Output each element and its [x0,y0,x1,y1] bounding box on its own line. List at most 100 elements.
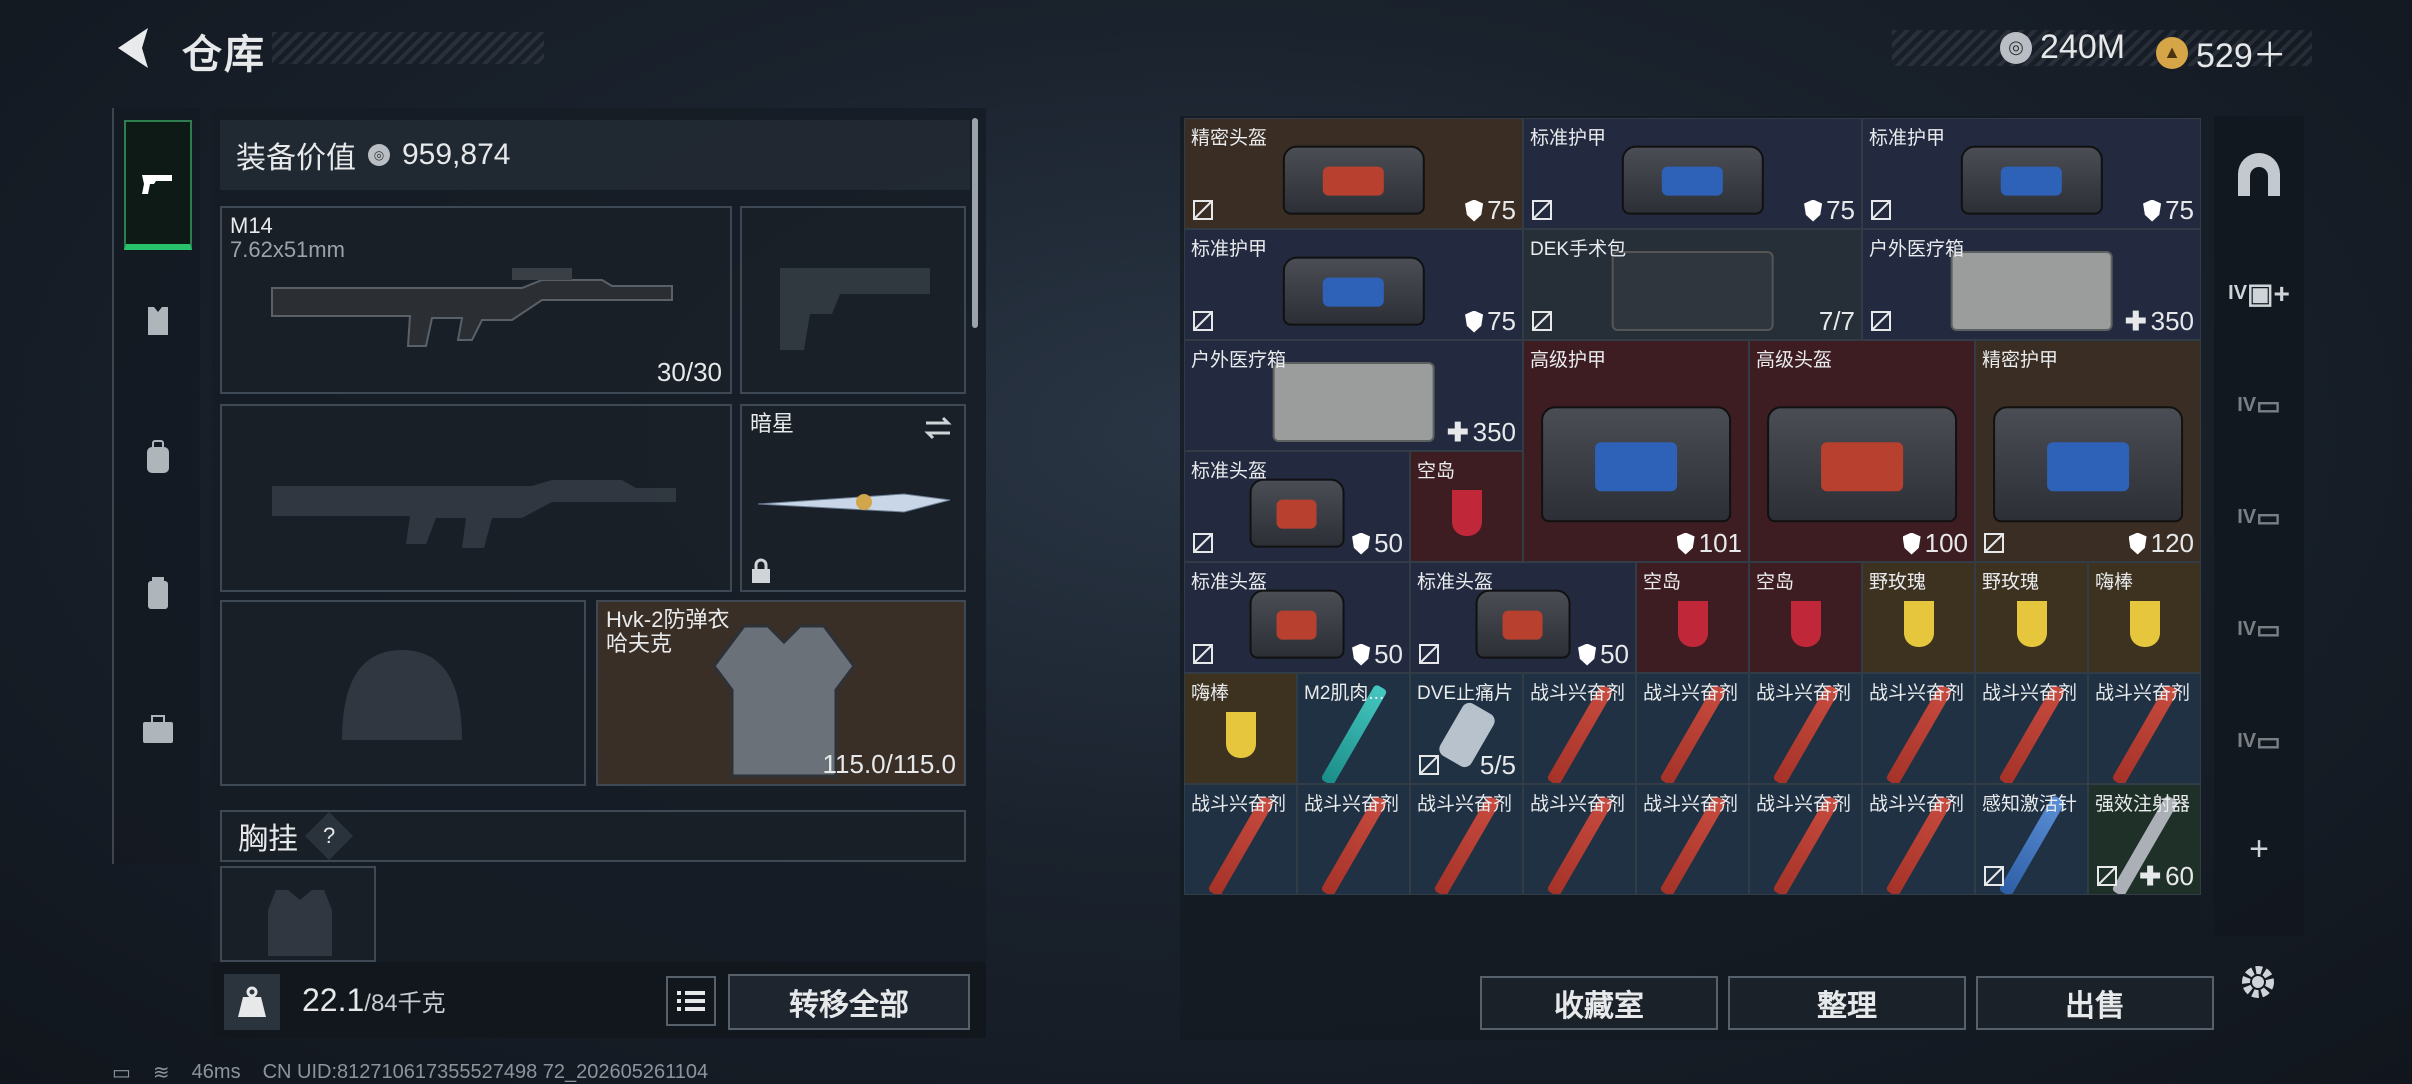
cocktail-icon [1451,490,1482,537]
stash-item-count: 50 [1578,639,1629,670]
add-stash-button[interactable]: + [2224,806,2294,892]
slot-melee[interactable]: 暗星 [740,404,966,592]
slot-second-primary[interactable] [220,404,732,592]
stash-item-count: 75 [2143,195,2194,226]
stash-item[interactable]: 战斗兴奋剂 [1862,673,1975,784]
swap-icon[interactable] [922,414,954,442]
heal-plus-icon: ✚ [1446,417,1469,447]
stash-item[interactable]: 空岛 [1410,451,1523,562]
stash-item[interactable]: 战斗兴奋剂 [1297,784,1410,895]
shield-icon [1804,199,1823,222]
rifle-placeholder-icon [272,480,676,548]
stash-item[interactable]: 精密护甲 120 [1975,340,2201,562]
cocktail-icon [2016,601,2047,648]
loadout-scrollbar[interactable] [972,118,978,328]
slot-primary-weapon[interactable]: M14 7.62x51mm 30/30 [220,206,732,394]
currency-gold[interactable]: ▲ 529＋ [2156,28,2287,77]
stash-item-count: 7/7 [1818,306,1855,336]
stash-item[interactable]: 高级头盔 100 [1749,340,1975,562]
stash-item[interactable]: DEK手术包 7/7 [1523,229,1862,340]
stash-item[interactable]: 野玫瑰 [1862,562,1975,673]
stash-item[interactable]: 户外医疗箱 ✚ 350 [1184,340,1523,451]
stash-item-name: 战斗兴奋剂 [1417,794,1513,815]
stash-item[interactable]: 战斗兴奋剂 [1184,784,1297,895]
stash-item[interactable]: 高级护甲 101 [1523,340,1749,562]
stash-item[interactable]: 标准头盔 50 [1184,451,1410,562]
stash-item[interactable]: 战斗兴奋剂 [1523,673,1636,784]
armor-case-icon [1249,589,1345,659]
tab-stash-1[interactable]: IV ▣+ [2224,250,2294,336]
stash-item[interactable]: 战斗兴奋剂 [1636,784,1749,895]
slot-body-armor[interactable]: Hvk-2防弹衣 哈夫克 115.0/115.0 [596,600,966,786]
stash-item-name: 战斗兴奋剂 [1756,683,1852,704]
stash-item[interactable]: 野玫瑰 [1975,562,2088,673]
slot-helmet[interactable] [220,600,586,786]
list-view-button[interactable] [666,976,716,1026]
armor-case-icon [1475,589,1571,659]
stash-item[interactable]: 标准头盔 50 [1184,562,1410,673]
stash-item-name: 战斗兴奋剂 [1982,683,2078,704]
cocktail-icon [1677,601,1708,648]
stash-item[interactable]: 标准头盔 50 [1410,562,1636,673]
tab-stash-5[interactable]: IV ▭ [2224,698,2294,784]
lock-icon [752,558,770,583]
tab-stash-4[interactable]: IV ▭ [2224,586,2294,672]
no-insure-icon [1532,200,1552,220]
stash-item[interactable]: 战斗兴奋剂 [1523,784,1636,895]
stash-item[interactable]: M2肌肉... [1297,673,1410,784]
stash-item-name: 战斗兴奋剂 [1869,683,1965,704]
tab-weapons[interactable] [124,120,192,250]
stash-item[interactable]: 战斗兴奋剂 [1975,673,2088,784]
stash-item-name: 精密护甲 [1982,350,2059,371]
stash-item[interactable]: 战斗兴奋剂 [1749,673,1862,784]
sort-button[interactable]: 整理 [1728,976,1966,1030]
stash-item[interactable]: 感知激活针 [1975,784,2088,895]
stash-tabs: IV ▣+ IV ▭ IV ▭ IV ▭ IV ▭ + [2214,116,2304,936]
tab-case[interactable] [124,664,192,794]
knife-icon [757,493,951,513]
stash-item[interactable]: 嗨棒 [1184,673,1297,784]
stash-add-icon: ▣+ [2247,277,2290,309]
back-button[interactable] [112,24,156,72]
slot-secondary-weapon[interactable] [740,206,966,394]
transfer-all-button[interactable]: 转移全部 [728,974,970,1030]
stash-item[interactable]: 战斗兴奋剂 [1749,784,1862,895]
stash-item[interactable]: 户外医疗箱 ✚ 350 [1862,229,2201,340]
stash-item[interactable]: 战斗兴奋剂 [1862,784,1975,895]
pistol-placeholder-icon [780,268,930,350]
stash-item-name: 户外医疗箱 [1191,350,1287,371]
tab-container[interactable] [124,528,192,658]
sell-button[interactable]: 出售 [1976,976,2214,1030]
armor-case-icon [1282,145,1425,215]
tab-stash-3[interactable]: IV ▭ [2224,474,2294,560]
stash-item[interactable]: 标准护甲 75 [1184,229,1523,340]
stash-item[interactable]: 标准护甲 75 [1523,118,1862,229]
settings-gear-icon[interactable] [2232,956,2284,1008]
stash-item[interactable]: 空岛 [1636,562,1749,673]
slot-chest-rig[interactable] [220,866,376,962]
collection-room-button[interactable]: 收藏室 [1480,976,1718,1030]
currency-silver[interactable]: ◎ 240M [2000,28,2125,67]
stash-item[interactable]: 战斗兴奋剂 [1410,784,1523,895]
stash-item[interactable]: 战斗兴奋剂 [1636,673,1749,784]
stash-item[interactable]: 精密头盔 75 [1184,118,1523,229]
stash-item[interactable]: 标准护甲 75 [1862,118,2201,229]
stash-item-name: 空岛 [1417,461,1456,482]
tab-armor[interactable] [124,256,192,386]
help-icon[interactable]: ? [304,811,354,861]
stash-item[interactable]: 战斗兴奋剂 [2088,673,2201,784]
tab-backpack[interactable] [124,392,192,522]
tab-stash-overview[interactable] [2224,132,2294,218]
stash-item[interactable]: 嗨棒 [2088,562,2201,673]
carry-weight: 22.1/84千克 [302,982,446,1019]
stash-item-name: 战斗兴奋剂 [1643,683,1739,704]
no-insure-icon [1419,755,1439,775]
title-decoration [272,32,544,64]
stash-item-name: 嗨棒 [1191,683,1230,704]
no-insure-icon [1984,866,2004,886]
stash-item-count: 100 [1902,528,1968,559]
stash-item[interactable]: DVE止痛片 5/5 [1410,673,1523,784]
tab-stash-2[interactable]: IV ▭ [2224,362,2294,448]
stash-item[interactable]: 强效注射器 ✚ 60 [2088,784,2201,895]
stash-item[interactable]: 空岛 [1749,562,1862,673]
